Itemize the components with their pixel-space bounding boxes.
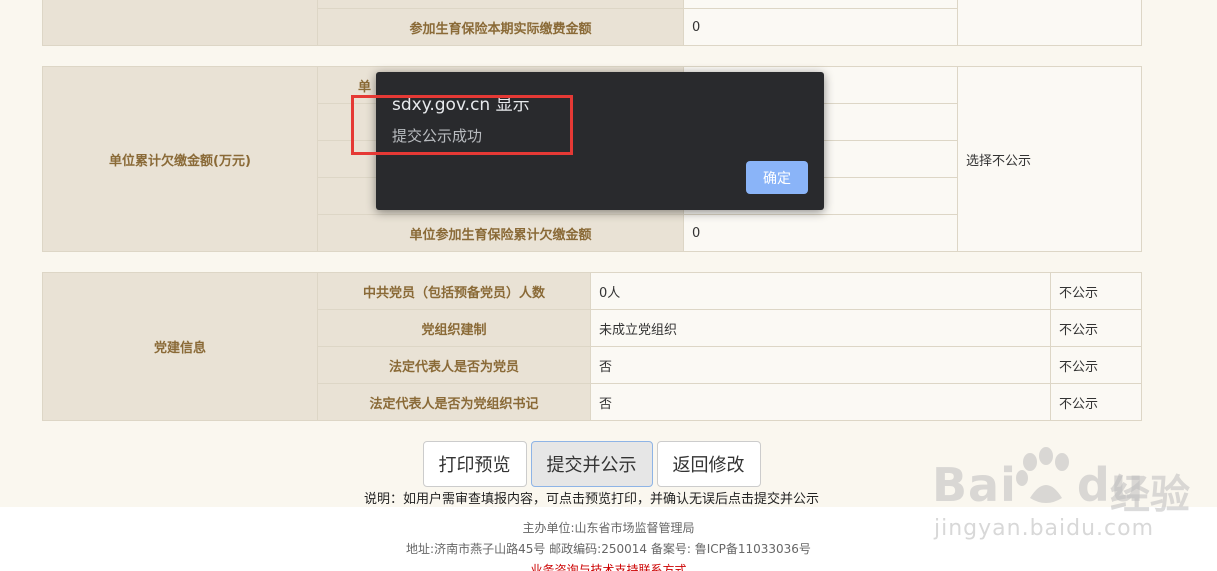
paw-icon xyxy=(1016,447,1069,503)
baidu-watermark: Bai du 经验 jingyan.baidu.com xyxy=(932,440,1202,550)
watermark-url: jingyan.baidu.com xyxy=(934,516,1155,541)
section-label: 党建信息 xyxy=(42,272,318,421)
dialog-ok-button[interactable]: 确定 xyxy=(746,161,808,194)
publicity-value: 不公示 xyxy=(1050,346,1142,384)
row-value: 否 xyxy=(590,383,1051,421)
row-label: 中共党员（包括预备党员）人数 xyxy=(317,272,591,310)
highlight-box xyxy=(351,95,573,155)
row-value: 0 xyxy=(683,214,958,252)
section-label: 单位累计欠缴金额(万元) xyxy=(42,66,318,252)
insurance-payment-table: 参加生育保险本期实际缴费金额 0 xyxy=(42,0,1142,46)
row-value: 0 xyxy=(683,8,958,46)
back-edit-button[interactable]: 返回修改 xyxy=(656,441,761,487)
submit-publish-button[interactable]: 提交并公示 xyxy=(530,441,653,487)
section-cell xyxy=(42,0,318,46)
publicity-value: 不公示 xyxy=(1050,272,1142,310)
row-label: 党组织建制 xyxy=(317,309,591,347)
publicity-value: 选择不公示 xyxy=(957,66,1142,252)
row-label: 法定代表人是否为党员 xyxy=(317,346,591,384)
row-value: 否 xyxy=(590,346,1051,384)
row-label: 单位参加生育保险累计欠缴金额 xyxy=(317,214,684,252)
watermark-brand-cn: 经验 xyxy=(1110,472,1190,518)
print-preview-button[interactable]: 打印预览 xyxy=(422,441,527,487)
footer-contact-link[interactable]: 业务咨询与技术支持联系方式 xyxy=(0,561,1217,571)
row-value: 未成立党组织 xyxy=(590,309,1051,347)
row-label: 参加生育保险本期实际缴费金额 xyxy=(317,8,684,46)
row-value: 0人 xyxy=(590,272,1051,310)
row-label: 法定代表人是否为党组织书记 xyxy=(317,383,591,421)
party-table: 党建信息 中共党员（包括预备党员）人数 0人 不公示 党组织建制 未成立党组织 … xyxy=(42,272,1142,421)
publicity-value: 不公示 xyxy=(1050,383,1142,421)
publicity-value: 不公示 xyxy=(1050,309,1142,347)
